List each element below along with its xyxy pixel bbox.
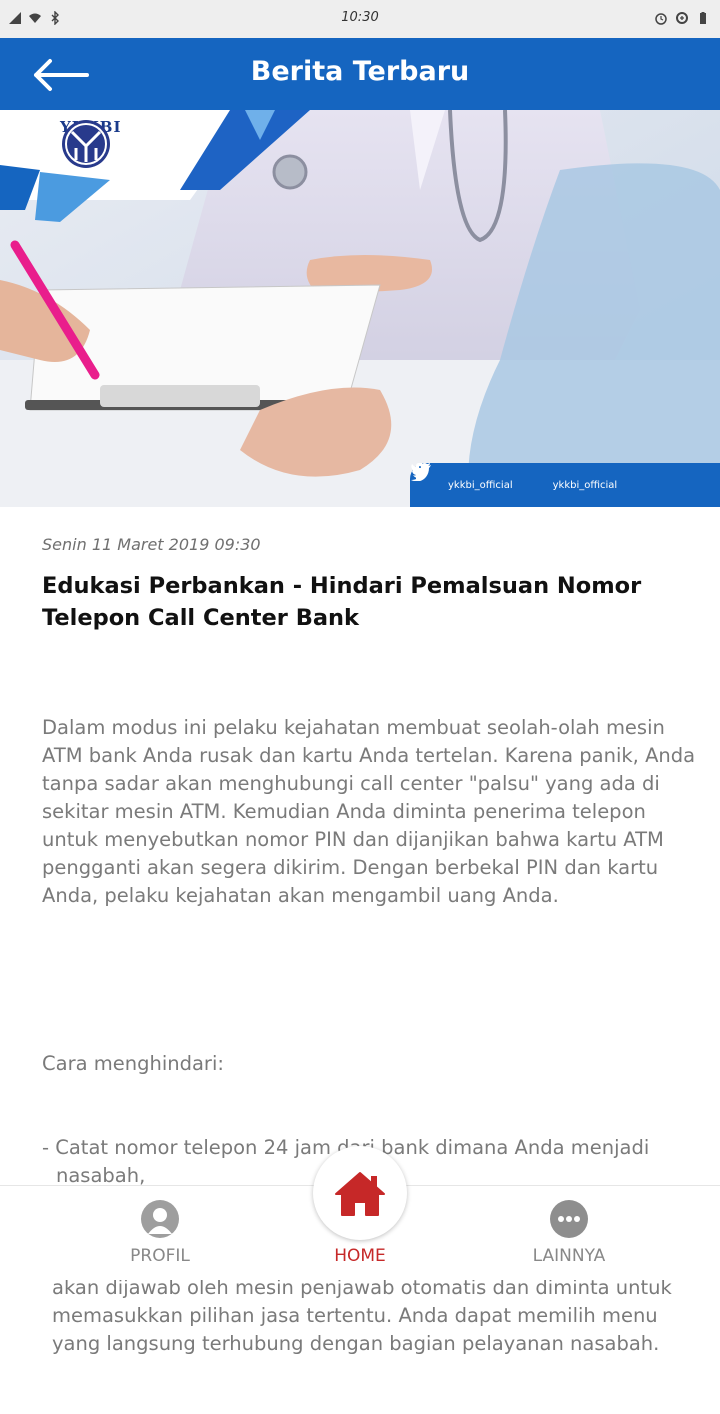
- status-bar: 10:30: [0, 0, 720, 38]
- home-icon: [335, 1172, 385, 1216]
- status-right-icons: [654, 11, 710, 25]
- data-saver-icon: [676, 12, 688, 24]
- page-title: Berita Terbaru: [250, 56, 470, 87]
- article-title: Edukasi Perbankan - Hindari Pemalsuan No…: [42, 573, 642, 631]
- nav-lainnya[interactable]: LAINNYA: [494, 1186, 644, 1280]
- article-paragraph: Dalam modus ini pelaku kejahatan membuat…: [42, 716, 702, 907]
- alarm-icon: [655, 13, 667, 25]
- home-fab-button[interactable]: [313, 1146, 407, 1240]
- facebook-handle: ykkbi_official: [413, 463, 513, 491]
- twitter-handle-text: ykkbi_official: [552, 479, 618, 491]
- tips-heading: Cara menghindari:: [42, 1052, 224, 1075]
- ykkbi-emblem-icon: [62, 120, 110, 168]
- twitter-handle: ykkbi_official: [411, 463, 618, 491]
- nav-profil[interactable]: PROFIL: [85, 1186, 235, 1280]
- profile-avatar-icon: [141, 1200, 179, 1238]
- ykkbi-logo: YKKBI: [60, 118, 121, 168]
- nav-profil-label: PROFIL: [130, 1246, 190, 1266]
- article-date: Senin 11 Maret 2019 09:30: [42, 535, 261, 554]
- social-media-bar: ykkbi_official ykkbi_official: [410, 463, 720, 507]
- news-article: Senin 11 Maret 2019 09:30 Edukasi Perban…: [42, 535, 702, 1414]
- facebook-handle-text: ykkbi_official: [448, 479, 513, 491]
- nav-lainnya-label: LAINNYA: [532, 1246, 606, 1266]
- nav-home-label: HOME: [334, 1246, 386, 1266]
- status-time: 10:30: [341, 10, 379, 25]
- more-dots-icon: [550, 1200, 588, 1238]
- app-header: Berita Terbaru: [0, 38, 720, 110]
- article-body: Dalam modus ini pelaku kejahatan membuat…: [42, 658, 702, 1414]
- battery-icon: [700, 12, 706, 24]
- news-hero-image: YKKBI ykkbi_official ykkbi_official: [0, 110, 720, 507]
- twitter-icon: [411, 463, 431, 481]
